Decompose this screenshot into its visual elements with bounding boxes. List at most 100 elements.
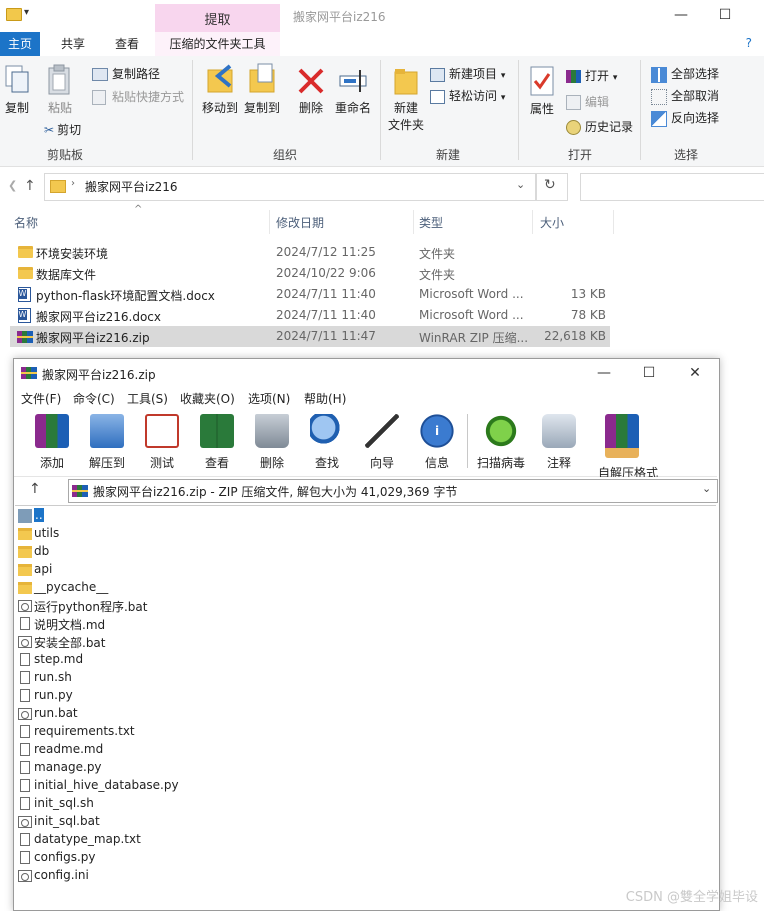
contextual-tab-extract[interactable]: 提取 (155, 9, 280, 28)
archive-entry[interactable]: db (17, 543, 317, 561)
menu-commands[interactable]: 命令(C) (73, 390, 115, 407)
archive-entry[interactable]: datatype_map.txt (17, 831, 317, 849)
history-button[interactable]: 历史记录 (566, 118, 633, 135)
new-item-button[interactable]: 新建项目 ▾ (430, 65, 505, 82)
move-to-button[interactable]: 移动到 (198, 100, 242, 116)
delete-archive-button[interactable]: 删除 (248, 412, 296, 472)
quick-access-dropdown-icon[interactable]: ▾ (24, 7, 29, 18)
archive-entry[interactable]: .. (17, 507, 317, 525)
edit-button[interactable]: 编辑 (566, 93, 609, 110)
archive-entry[interactable]: configs.py (17, 849, 317, 867)
minimize-button[interactable]: — (666, 4, 696, 26)
search-input[interactable] (580, 173, 764, 201)
menu-help[interactable]: 帮助(H) (304, 390, 346, 407)
column-header-date[interactable]: 修改日期 (276, 214, 324, 231)
back-icon[interactable]: ❮ (8, 179, 17, 192)
archive-entry[interactable]: 说明文档.md (17, 615, 317, 633)
chevron-down-icon[interactable]: ⌄ (702, 482, 711, 495)
file-row[interactable]: 数据库文件 2024/10/22 9:06 文件夹 (10, 263, 610, 284)
find-button[interactable]: 查找 (303, 412, 351, 472)
test-button[interactable]: 测试 (138, 412, 186, 472)
archive-entry[interactable]: run.py (17, 687, 317, 705)
move-to-icon (204, 62, 236, 96)
tab-view[interactable]: 查看 (104, 32, 150, 56)
file-icon (20, 689, 30, 702)
tab-share[interactable]: 共享 (50, 32, 96, 56)
menu-favorites[interactable]: 收藏夹(O) (180, 390, 235, 407)
archive-entry[interactable]: step.md (17, 651, 317, 669)
tab-compressed-folder-tools[interactable]: 压缩的文件夹工具 (155, 32, 280, 56)
archive-entry[interactable]: api (17, 561, 317, 579)
tab-home[interactable]: 主页 (0, 32, 40, 56)
archive-entry[interactable]: initial_hive_database.py (17, 777, 317, 795)
archive-entry[interactable]: readme.md (17, 741, 317, 759)
comment-button[interactable]: 注释 (535, 412, 583, 472)
archive-entry[interactable]: 运行python程序.bat (17, 597, 317, 615)
sfx-box-icon (605, 414, 639, 458)
column-header-size[interactable]: 大小 (540, 214, 564, 231)
maximize-button[interactable]: ☐ (710, 4, 740, 26)
wizard-button[interactable]: 向导 (358, 412, 406, 472)
column-divider[interactable] (613, 210, 614, 234)
address-dropdown-icon[interactable]: ⌄ (516, 178, 525, 191)
column-divider[interactable] (413, 210, 414, 234)
archive-entry[interactable]: run.sh (17, 669, 317, 687)
file-row-selected[interactable]: 搬家网平台iz216.zip 2024/7/11 11:47 WinRAR ZI… (10, 326, 610, 347)
column-header-type[interactable]: 类型 (419, 214, 443, 231)
copy-path-button[interactable]: 复制路径 (92, 65, 160, 82)
scan-virus-button[interactable]: 扫描病毒 (477, 412, 525, 472)
file-size: 78 KB (570, 308, 606, 322)
new-folder-button-line1[interactable]: 新建 (386, 100, 426, 116)
archive-entry[interactable]: init_sql.bat (17, 813, 317, 831)
winrar-close-button[interactable]: ✕ (680, 362, 710, 384)
paste-shortcut-button[interactable]: 粘贴快捷方式 (92, 88, 184, 105)
info-button[interactable]: i 信息 (413, 412, 461, 472)
archive-entry[interactable]: 安装全部.bat (17, 633, 317, 651)
archive-entry[interactable]: init_sql.sh (17, 795, 317, 813)
file-icon (20, 833, 30, 846)
archive-entry[interactable]: manage.py (17, 759, 317, 777)
cut-button[interactable]: ✂ 剪切 (44, 121, 81, 138)
archive-entry[interactable]: config.ini (17, 867, 317, 885)
file-row[interactable]: 环境安装环境 2024/7/12 11:25 文件夹 (10, 242, 610, 263)
select-none-button[interactable]: 全部取消 (651, 87, 719, 105)
archive-entry-name: datatype_map.txt (34, 832, 141, 846)
view-button[interactable]: 查看 (193, 412, 241, 472)
copy-to-button[interactable]: 复制到 (240, 100, 284, 116)
new-folder-button-line2[interactable]: 文件夹 (384, 117, 428, 133)
copy-to-icon (246, 62, 278, 96)
file-row[interactable]: python-flask环境配置文档.docx 2024/7/11 11:40 … (10, 284, 610, 305)
archive-entry[interactable]: __pycache__ (17, 579, 317, 597)
delete-button[interactable]: 删除 (294, 100, 328, 116)
winrar-maximize-button[interactable]: ☐ (634, 362, 664, 384)
archive-entry[interactable]: requirements.txt (17, 723, 317, 741)
batch-file-icon (18, 636, 32, 648)
select-all-button[interactable]: 全部选择 (651, 65, 719, 83)
menu-file[interactable]: 文件(F) (21, 390, 61, 407)
column-divider[interactable] (532, 210, 533, 234)
file-row[interactable]: 搬家网平台iz216.docx 2024/7/11 11:40 Microsof… (10, 305, 610, 326)
extract-to-button[interactable]: 解压到 (83, 412, 131, 472)
column-divider[interactable] (269, 210, 270, 234)
rename-button[interactable]: 重命名 (330, 100, 376, 116)
archive-entry[interactable]: run.bat (17, 705, 317, 723)
column-header-name[interactable]: 名称 (14, 214, 38, 231)
add-button[interactable]: 添加 (28, 412, 76, 472)
copy-button[interactable]: 复制 (2, 100, 32, 116)
archive-entry[interactable]: utils (17, 525, 317, 543)
easy-access-button[interactable]: 轻松访问 ▾ (430, 87, 505, 104)
menu-tools[interactable]: 工具(S) (127, 390, 168, 407)
help-icon[interactable]: ? (746, 36, 752, 50)
info-label: 信息 (424, 456, 449, 470)
folder-icon[interactable] (6, 8, 22, 21)
breadcrumb[interactable]: 搬家网平台iz216 (85, 178, 178, 195)
winrar-minimize-button[interactable]: — (589, 362, 619, 384)
paste-button[interactable]: 粘贴 (44, 100, 76, 116)
invert-selection-button[interactable]: 反向选择 (651, 109, 719, 127)
up-level-icon[interactable]: ↑ (29, 481, 41, 497)
sfx-button[interactable]: 自解压格式 (598, 412, 658, 480)
menu-options[interactable]: 选项(N) (248, 390, 290, 407)
up-arrow-icon[interactable]: ↑ (24, 178, 36, 194)
open-button[interactable]: 打开 ▾ (566, 67, 617, 84)
properties-button[interactable]: 属性 (526, 101, 558, 117)
